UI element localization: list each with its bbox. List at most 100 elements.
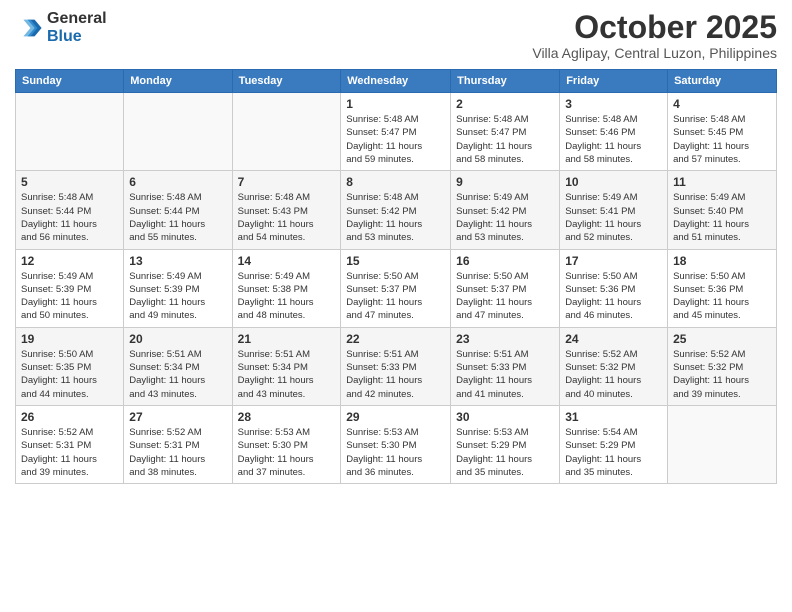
table-row: 24Sunrise: 5:52 AM Sunset: 5:32 PM Dayli… <box>560 327 668 405</box>
table-row <box>232 93 341 171</box>
table-row: 2Sunrise: 5:48 AM Sunset: 5:47 PM Daylig… <box>451 93 560 171</box>
table-row: 30Sunrise: 5:53 AM Sunset: 5:29 PM Dayli… <box>451 405 560 483</box>
table-row <box>668 405 777 483</box>
week-row-4: 19 Sunrise: 5:50 AM Sunset: 5:35 PM Dayli… <box>16 327 777 405</box>
day-info: Sunrise: 5:51 AM Sunset: 5:34 PM Dayligh… <box>238 348 336 401</box>
day-info: Sunrise: 5:52 AM Sunset: 5:31 PM Dayligh… <box>21 426 118 479</box>
table-row: 16 Sunrise: 5:50 AM Sunset: 5:37 PM Dayli… <box>451 249 560 327</box>
day-number: 23 <box>456 332 554 346</box>
col-saturday: Saturday <box>668 70 777 93</box>
col-thursday: Thursday <box>451 70 560 93</box>
day-info: Sunrise: 5:50 AM Sunset: 5:35 PM Dayligh… <box>21 348 118 401</box>
day-number: 29 <box>346 410 445 424</box>
page: General Blue October 2025 Villa Aglipay,… <box>0 0 792 612</box>
col-wednesday: Wednesday <box>341 70 451 93</box>
month-title: October 2025 <box>532 10 777 45</box>
table-row: 22Sunrise: 5:51 AM Sunset: 5:33 PM Dayli… <box>341 327 451 405</box>
day-number: 16 <box>456 254 554 268</box>
day-info: Sunrise: 5:48 AM Sunset: 5:42 PM Dayligh… <box>346 191 445 244</box>
table-row: 6 Sunrise: 5:48 AM Sunset: 5:44 PM Daylig… <box>124 171 232 249</box>
day-info: Sunrise: 5:50 AM Sunset: 5:36 PM Dayligh… <box>673 270 771 323</box>
day-info: Sunrise: 5:53 AM Sunset: 5:30 PM Dayligh… <box>346 426 445 479</box>
table-row: 13 Sunrise: 5:49 AM Sunset: 5:39 PM Dayli… <box>124 249 232 327</box>
table-row: 7 Sunrise: 5:48 AM Sunset: 5:43 PM Daylig… <box>232 171 341 249</box>
day-info: Sunrise: 5:50 AM Sunset: 5:37 PM Dayligh… <box>456 270 554 323</box>
table-row: 31 Sunrise: 5:54 AM Sunset: 5:29 PM Dayli… <box>560 405 668 483</box>
title-section: October 2025 Villa Aglipay, Central Luzo… <box>532 10 777 61</box>
day-number: 12 <box>21 254 118 268</box>
day-number: 18 <box>673 254 771 268</box>
day-info: Sunrise: 5:49 AM Sunset: 5:41 PM Dayligh… <box>565 191 662 244</box>
day-number: 8 <box>346 175 445 189</box>
day-number: 13 <box>129 254 226 268</box>
table-row: 21 Sunrise: 5:51 AM Sunset: 5:34 PM Dayli… <box>232 327 341 405</box>
day-info: Sunrise: 5:51 AM Sunset: 5:33 PM Dayligh… <box>456 348 554 401</box>
day-number: 28 <box>238 410 336 424</box>
day-number: 21 <box>238 332 336 346</box>
table-row: 5 Sunrise: 5:48 AM Sunset: 5:44 PM Daylig… <box>16 171 124 249</box>
table-row: 8 Sunrise: 5:48 AM Sunset: 5:42 PM Daylig… <box>341 171 451 249</box>
day-number: 9 <box>456 175 554 189</box>
day-number: 5 <box>21 175 118 189</box>
day-number: 6 <box>129 175 226 189</box>
day-info: Sunrise: 5:53 AM Sunset: 5:30 PM Dayligh… <box>238 426 336 479</box>
logo-text: General Blue <box>47 10 107 45</box>
col-sunday: Sunday <box>16 70 124 93</box>
day-number: 25 <box>673 332 771 346</box>
day-number: 11 <box>673 175 771 189</box>
day-number: 27 <box>129 410 226 424</box>
logo-blue-label: Blue <box>47 28 107 46</box>
table-row: 20Sunrise: 5:51 AM Sunset: 5:34 PM Dayli… <box>124 327 232 405</box>
table-row: 4 Sunrise: 5:48 AM Sunset: 5:45 PM Daylig… <box>668 93 777 171</box>
table-row <box>16 93 124 171</box>
calendar-body: 1 Sunrise: 5:48 AM Sunset: 5:47 PM Daylig… <box>16 93 777 484</box>
day-number: 31 <box>565 410 662 424</box>
table-row: 11Sunrise: 5:49 AM Sunset: 5:40 PM Dayli… <box>668 171 777 249</box>
col-friday: Friday <box>560 70 668 93</box>
day-info: Sunrise: 5:52 AM Sunset: 5:32 PM Dayligh… <box>565 348 662 401</box>
table-row: 23 Sunrise: 5:51 AM Sunset: 5:33 PM Dayli… <box>451 327 560 405</box>
day-number: 26 <box>21 410 118 424</box>
day-info: Sunrise: 5:49 AM Sunset: 5:39 PM Dayligh… <box>129 270 226 323</box>
day-number: 19 <box>21 332 118 346</box>
day-info: Sunrise: 5:48 AM Sunset: 5:43 PM Dayligh… <box>238 191 336 244</box>
day-number: 10 <box>565 175 662 189</box>
table-row: 1 Sunrise: 5:48 AM Sunset: 5:47 PM Daylig… <box>341 93 451 171</box>
day-number: 7 <box>238 175 336 189</box>
day-info: Sunrise: 5:52 AM Sunset: 5:32 PM Dayligh… <box>673 348 771 401</box>
day-info: Sunrise: 5:48 AM Sunset: 5:44 PM Dayligh… <box>21 191 118 244</box>
day-number: 20 <box>129 332 226 346</box>
day-number: 4 <box>673 97 771 111</box>
location: Villa Aglipay, Central Luzon, Philippine… <box>532 45 777 61</box>
table-row: 18 Sunrise: 5:50 AM Sunset: 5:36 PM Dayli… <box>668 249 777 327</box>
day-info: Sunrise: 5:54 AM Sunset: 5:29 PM Dayligh… <box>565 426 662 479</box>
day-info: Sunrise: 5:48 AM Sunset: 5:44 PM Dayligh… <box>129 191 226 244</box>
calendar-header: Sunday Monday Tuesday Wednesday Thursday… <box>16 70 777 93</box>
table-row: 10 Sunrise: 5:49 AM Sunset: 5:41 PM Dayli… <box>560 171 668 249</box>
table-row: 12Sunrise: 5:49 AM Sunset: 5:39 PM Dayli… <box>16 249 124 327</box>
col-monday: Monday <box>124 70 232 93</box>
table-row: 9Sunrise: 5:49 AM Sunset: 5:42 PM Daylig… <box>451 171 560 249</box>
day-info: Sunrise: 5:48 AM Sunset: 5:45 PM Dayligh… <box>673 113 771 166</box>
week-row-5: 26 Sunrise: 5:52 AM Sunset: 5:31 PM Dayli… <box>16 405 777 483</box>
day-info: Sunrise: 5:48 AM Sunset: 5:46 PM Dayligh… <box>565 113 662 166</box>
col-tuesday: Tuesday <box>232 70 341 93</box>
week-row-1: 1 Sunrise: 5:48 AM Sunset: 5:47 PM Daylig… <box>16 93 777 171</box>
calendar: Sunday Monday Tuesday Wednesday Thursday… <box>15 69 777 484</box>
week-row-2: 5 Sunrise: 5:48 AM Sunset: 5:44 PM Daylig… <box>16 171 777 249</box>
table-row: 17Sunrise: 5:50 AM Sunset: 5:36 PM Dayli… <box>560 249 668 327</box>
table-row: 28 Sunrise: 5:53 AM Sunset: 5:30 PM Dayli… <box>232 405 341 483</box>
logo-icon <box>15 14 43 42</box>
logo-general-label: General <box>47 10 107 28</box>
day-number: 30 <box>456 410 554 424</box>
day-info: Sunrise: 5:52 AM Sunset: 5:31 PM Dayligh… <box>129 426 226 479</box>
table-row <box>124 93 232 171</box>
table-row: 27 Sunrise: 5:52 AM Sunset: 5:31 PM Dayli… <box>124 405 232 483</box>
table-row: 25 Sunrise: 5:52 AM Sunset: 5:32 PM Dayli… <box>668 327 777 405</box>
day-number: 3 <box>565 97 662 111</box>
logo: General Blue <box>15 10 107 45</box>
day-info: Sunrise: 5:48 AM Sunset: 5:47 PM Dayligh… <box>346 113 445 166</box>
table-row: 26 Sunrise: 5:52 AM Sunset: 5:31 PM Dayli… <box>16 405 124 483</box>
table-row: 14Sunrise: 5:49 AM Sunset: 5:38 PM Dayli… <box>232 249 341 327</box>
day-number: 1 <box>346 97 445 111</box>
